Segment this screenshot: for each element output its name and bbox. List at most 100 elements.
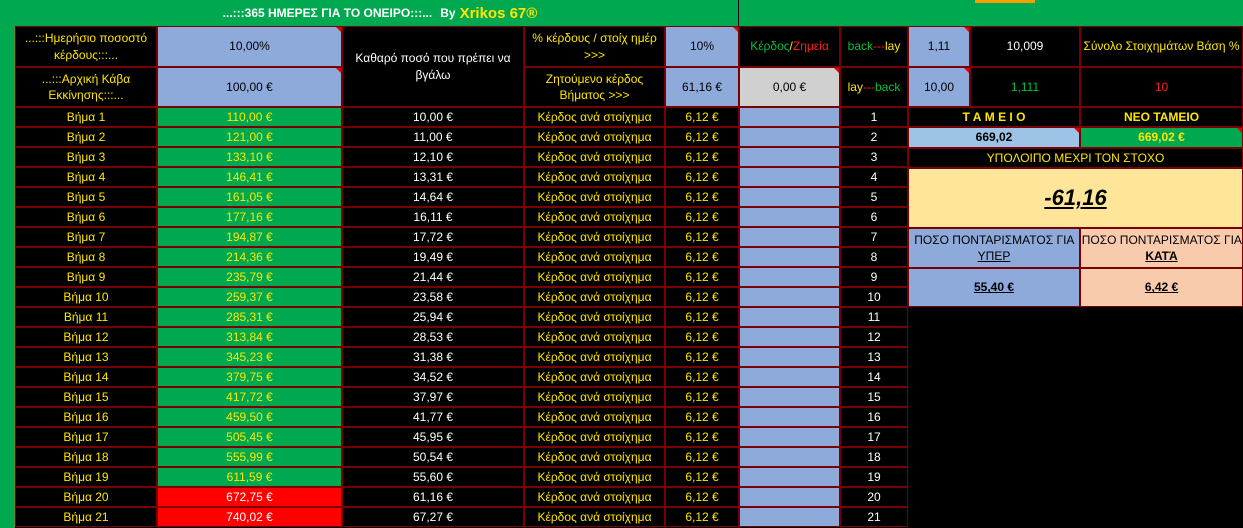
step-profit-label: Κέρδος ανά στοίχημα (524, 387, 665, 407)
step-per-bet: 6,12 € (665, 327, 739, 347)
step-entry[interactable] (739, 387, 840, 407)
step-profit-label: Κέρδος ανά στοίχημα (524, 207, 665, 227)
step-bank: 740,02 € (157, 507, 342, 527)
step-label: Βήμα 1 (15, 107, 157, 127)
sheet-title-author: Xrikos 67® (459, 4, 538, 22)
step-label: Βήμα 19 (15, 467, 157, 487)
odds-input-1[interactable]: 1,11 (908, 26, 970, 67)
step-bank: 146,41 € (157, 167, 342, 187)
step-bank: 121,00 € (157, 127, 342, 147)
step-number: 19 (840, 467, 908, 487)
step-per-bet: 6,12 € (665, 507, 739, 527)
step-profit-label: Κέρδος ανά στοίχημα (524, 287, 665, 307)
step-label: Βήμα 12 (15, 327, 157, 347)
step-entry[interactable] (739, 427, 840, 447)
step-bank: 133,10 € (157, 147, 342, 167)
step-bank: 177,16 € (157, 207, 342, 227)
step-label: Βήμα 20 (15, 487, 157, 507)
step-per-bet: 6,12 € (665, 467, 739, 487)
step-per-bet: 6,12 € (665, 127, 739, 147)
step-profit-label: Κέρδος ανά στοίχημα (524, 307, 665, 327)
odds-input-2[interactable]: 10,00 (908, 67, 970, 107)
step-net: 19,49 € (342, 247, 524, 267)
step-profit-label: Κέρδος ανά στοίχημα (524, 147, 665, 167)
step-label: Βήμα 5 (15, 187, 157, 207)
step-label: Βήμα 16 (15, 407, 157, 427)
step-entry[interactable] (739, 167, 840, 187)
step-label: Βήμα 17 (15, 427, 157, 447)
step-number: 4 (840, 167, 908, 187)
step-profit-label: Κέρδος ανά στοίχημα (524, 367, 665, 387)
step-profit-label: Κέρδος ανά στοίχημα (524, 327, 665, 347)
step-entry[interactable] (739, 207, 840, 227)
net-amount-label: Καθαρό ποσό που πρέπει να βγάλω (342, 26, 524, 107)
step-entry[interactable] (739, 227, 840, 247)
dashes-text-1: --- (873, 39, 885, 54)
step-label: Βήμα 11 (15, 307, 157, 327)
step-net: 14,64 € (342, 187, 524, 207)
step-entry[interactable] (739, 127, 840, 147)
step-bank: 214,36 € (157, 247, 342, 267)
step-label: Βήμα 14 (15, 367, 157, 387)
step-entry[interactable] (739, 367, 840, 387)
step-number: 6 (840, 207, 908, 227)
step-net: 55,60 € (342, 467, 524, 487)
neo-tameio-label: ΝΕΟ ΤΑΜΕΙΟ (1080, 107, 1243, 127)
daily-pct-input[interactable]: 10,00% (157, 26, 342, 67)
step-label: Βήμα 6 (15, 207, 157, 227)
back-lay-label-1: back --- lay (840, 26, 908, 67)
step-entry[interactable] (739, 467, 840, 487)
step-per-bet: 6,12 € (665, 347, 739, 367)
step-label: Βήμα 10 (15, 287, 157, 307)
step-profit-label: Κέρδος ανά στοίχημα (524, 267, 665, 287)
profit-loss-input[interactable]: 0,00 € (739, 67, 840, 107)
over-bet-label: ΠΟΣΟ ΠΟΝΤΑΡΙΣΜΑΤΟΣ ΓΙΑ ΥΠΕΡ (908, 228, 1080, 268)
under-bet-label-prefix: ΠΟΣΟ ΠΟΝΤΑΡΙΣΜΑΤΟΣ ΓΙΑ (1081, 232, 1242, 247)
step-entry[interactable] (739, 147, 840, 167)
step-net: 16,11 € (342, 207, 524, 227)
step-entry[interactable] (739, 307, 840, 327)
step-number: 9 (840, 267, 908, 287)
step-net: 37,97 € (342, 387, 524, 407)
step-entry[interactable] (739, 447, 840, 467)
step-bank: 379,75 € (157, 367, 342, 387)
step-profit-label: Κέρδος ανά στοίχημα (524, 407, 665, 427)
step-per-bet: 6,12 € (665, 307, 739, 327)
step-net: 10,00 € (342, 107, 524, 127)
step-per-bet: 6,12 € (665, 147, 739, 167)
left-green-margin (0, 26, 15, 528)
step-profit-label: Κέρδος ανά στοίχημα (524, 227, 665, 247)
step-number: 2 (840, 127, 908, 147)
pct-per-bet-input[interactable]: 10% (665, 26, 739, 67)
step-bank: 259,37 € (157, 287, 342, 307)
step-entry[interactable] (739, 247, 840, 267)
step-entry[interactable] (739, 487, 840, 507)
step-bank: 161,05 € (157, 187, 342, 207)
step-entry[interactable] (739, 347, 840, 367)
remaining-label: ΥΠΟΛΟΙΠΟ ΜΕΧΡΙ ΤΟΝ ΣΤΟΧΟ (908, 148, 1243, 168)
step-number: 11 (840, 307, 908, 327)
step-net: 61,16 € (342, 487, 524, 507)
tameio-value[interactable]: 669,02 (908, 127, 1080, 148)
under-bet-label-key: ΚΑΤΆ (1145, 249, 1178, 263)
remaining-value: -61,16 (908, 168, 1243, 228)
step-profit-label: Κέρδος ανά στοίχημα (524, 247, 665, 267)
sum-bets-value: 10 (1080, 67, 1243, 107)
initial-bank-input[interactable]: 100,00 € (157, 67, 342, 107)
step-entry[interactable] (739, 287, 840, 307)
step-label: Βήμα 3 (15, 147, 157, 167)
over-bet-label-prefix: ΠΟΣΟ ΠΟΝΤΑΡΙΣΜΑΤΟΣ ΓΙΑ (914, 232, 1074, 247)
step-entry[interactable] (739, 187, 840, 207)
step-bank: 285,31 € (157, 307, 342, 327)
step-net: 31,38 € (342, 347, 524, 367)
step-number: 14 (840, 367, 908, 387)
step-per-bet: 6,12 € (665, 207, 739, 227)
step-entry[interactable] (739, 107, 840, 127)
step-entry[interactable] (739, 407, 840, 427)
step-entry[interactable] (739, 507, 840, 527)
sheet-title-prefix: ...:::365 ΗΜΕΡΕΣ ΓΙΑ ΤΟ ΟΝΕΙΡΟ:::... (222, 6, 433, 20)
step-net: 41,77 € (342, 407, 524, 427)
step-entry[interactable] (739, 327, 840, 347)
step-entry[interactable] (739, 267, 840, 287)
step-number: 20 (840, 487, 908, 507)
